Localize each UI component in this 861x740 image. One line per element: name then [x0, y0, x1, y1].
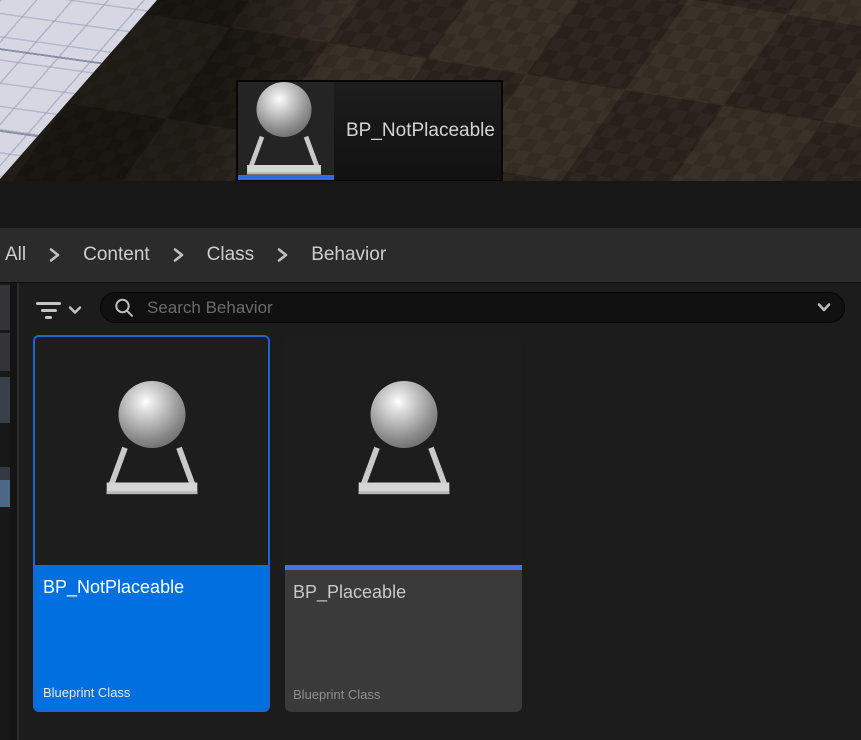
- search-input[interactable]: [145, 297, 816, 319]
- chevron-down-icon: [816, 302, 832, 313]
- breadcrumb: All Content Class Behavior: [0, 228, 861, 283]
- chevron-right-icon: [48, 247, 61, 263]
- sphere-icon: [370, 381, 437, 448]
- panel-gutter: [10, 283, 17, 740]
- sources-item-edge: [0, 467, 10, 480]
- asset-type-label: Blueprint Class: [293, 687, 380, 702]
- pedestal-icon: [103, 442, 201, 496]
- asset-title: BP_NotPlaceable: [43, 577, 260, 598]
- asset-label-area: BP_NotPlaceable Blueprint Class: [35, 565, 268, 710]
- blueprint-sphere-icon: [238, 82, 330, 176]
- drag-preview-thumbnail: [238, 82, 334, 180]
- asset-title: BP_Placeable: [293, 582, 514, 603]
- asset-thumbnail: [285, 335, 522, 565]
- panel-splitter[interactable]: [17, 283, 19, 740]
- sources-item-edge: [0, 333, 10, 371]
- drag-preview-tooltip: BP_NotPlaceable: [236, 80, 503, 181]
- sphere-icon: [118, 381, 185, 448]
- sources-panel-edge: [0, 283, 10, 740]
- sources-item-edge: [0, 285, 10, 330]
- search-bar: [100, 292, 845, 323]
- sphere-icon: [257, 82, 312, 137]
- search-icon: [113, 297, 135, 319]
- asset-type-label: Blueprint Class: [43, 685, 130, 700]
- drag-progress-underline: [238, 175, 334, 180]
- sources-item-edge-selected: [0, 480, 10, 507]
- breadcrumb-item-all[interactable]: All: [5, 244, 26, 266]
- breadcrumb-item-class[interactable]: Class: [207, 244, 255, 266]
- asset-thumbnail: [35, 337, 268, 565]
- pedestal-icon: [244, 132, 324, 176]
- chevron-down-icon: [68, 305, 82, 315]
- sources-item-edge: [0, 377, 10, 423]
- asset-tile-bp-notplaceable[interactable]: BP_NotPlaceable Blueprint Class: [33, 335, 270, 712]
- drag-preview-label: BP_NotPlaceable: [334, 82, 501, 180]
- level-viewport[interactable]: BP_NotPlaceable: [0, 0, 861, 181]
- filter-funnel-icon: [36, 302, 61, 319]
- chevron-right-icon: [276, 247, 289, 263]
- blueprint-sphere-icon: [96, 381, 208, 496]
- unreal-editor-window: BP_NotPlaceable All Content Class Behavi…: [0, 0, 861, 740]
- content-browser: BP_NotPlaceable Blueprint Class: [0, 283, 861, 740]
- search-options-button[interactable]: [816, 302, 832, 313]
- asset-label-area: BP_Placeable Blueprint Class: [285, 570, 522, 712]
- asset-grid: BP_NotPlaceable Blueprint Class: [33, 335, 522, 712]
- blueprint-sphere-icon: [348, 381, 460, 496]
- breadcrumb-item-content[interactable]: Content: [83, 244, 150, 266]
- breadcrumb-item-behavior[interactable]: Behavior: [311, 244, 386, 266]
- chevron-right-icon: [172, 247, 185, 263]
- asset-tile-bp-placeable[interactable]: BP_Placeable Blueprint Class: [285, 335, 522, 712]
- filter-button[interactable]: [36, 296, 88, 324]
- content-drawer-header-band: [0, 181, 861, 228]
- pedestal-icon: [355, 442, 453, 496]
